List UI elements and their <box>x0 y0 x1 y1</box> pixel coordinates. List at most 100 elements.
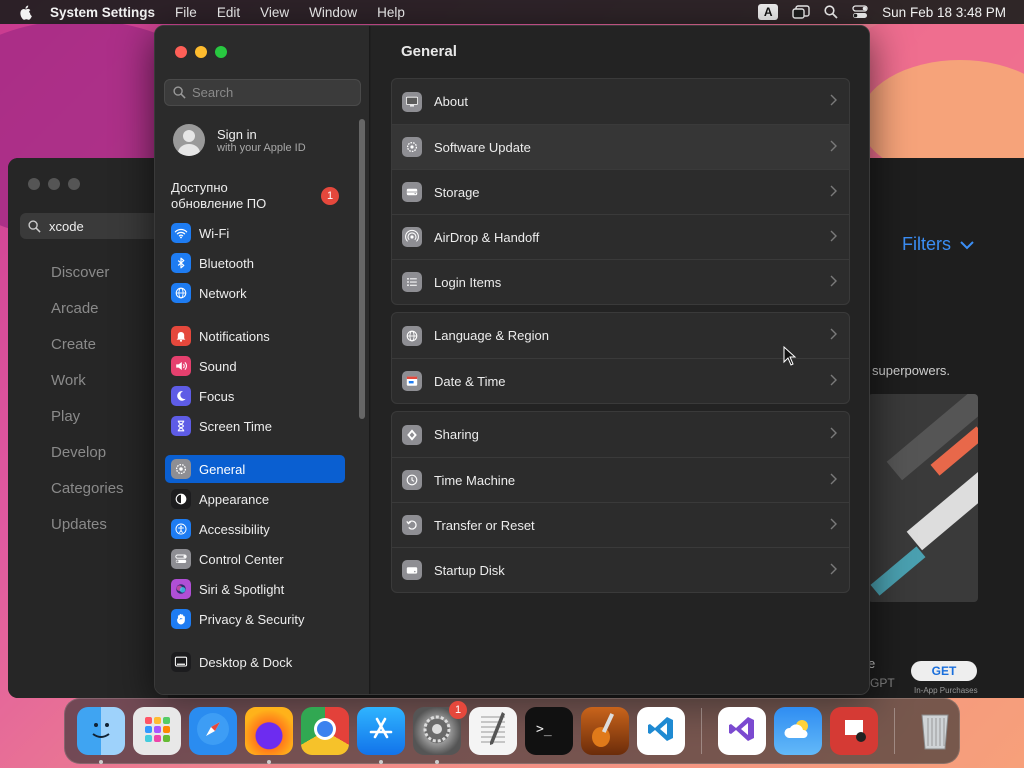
appearance-icon <box>171 489 191 509</box>
row-label: Language & Region <box>434 328 549 343</box>
dock-safari[interactable] <box>189 707 237 755</box>
sidebar-item-bluetooth[interactable]: Bluetooth <box>165 249 345 277</box>
menu-view[interactable]: View <box>260 5 289 20</box>
accessibility-icon <box>171 519 191 539</box>
app-store-nav: Discover Arcade Create Work Play Develop… <box>51 264 124 552</box>
chevron-right-icon <box>830 230 837 245</box>
wifi-icon <box>171 223 191 243</box>
sidebar-item-accessibility[interactable]: Accessibility <box>165 515 345 543</box>
menu-app-name[interactable]: System Settings <box>50 5 155 20</box>
zoom-button[interactable] <box>215 46 227 58</box>
safari-compass-icon <box>193 709 233 754</box>
dock-icon <box>171 652 191 672</box>
update-notice-line2: обновление ПО <box>171 196 267 211</box>
row-startup-disk[interactable]: Startup Disk <box>392 547 849 592</box>
nav-arcade[interactable]: Arcade <box>51 300 124 336</box>
minimize-button[interactable] <box>195 46 207 58</box>
sidebar-item-siri-and-spotlight[interactable]: Siri & Spotlight <box>165 575 345 603</box>
sidebar-item-label: Notifications <box>199 328 270 344</box>
nav-develop[interactable]: Develop <box>51 444 124 480</box>
sidebar-item-appearance[interactable]: Appearance <box>165 485 345 513</box>
nav-create[interactable]: Create <box>51 336 124 372</box>
chevron-right-icon <box>830 328 837 343</box>
dock-garageband[interactable] <box>581 707 629 755</box>
apple-menu-icon[interactable] <box>18 4 34 20</box>
app-store-traffic-lights <box>28 178 80 190</box>
nav-discover[interactable]: Discover <box>51 264 124 300</box>
nav-updates[interactable]: Updates <box>51 516 124 552</box>
running-indicator <box>99 760 103 764</box>
dock-weather[interactable] <box>774 707 822 755</box>
row-airdrop-and-handoff[interactable]: AirDrop & Handoff <box>392 214 849 259</box>
garageband-guitar-icon <box>588 709 622 754</box>
row-about[interactable]: About <box>392 79 849 124</box>
close-button[interactable] <box>175 46 187 58</box>
sidebar-item-label: Sound <box>199 358 237 374</box>
dock-chrome[interactable] <box>301 707 349 755</box>
app-store-search-value: xcode <box>49 218 84 234</box>
sidebar-item-network[interactable]: Network <box>165 279 345 307</box>
moon-icon <box>171 386 191 406</box>
dock-firefox[interactable] <box>245 707 293 764</box>
software-update-notice[interactable]: Доступно обновление ПО <box>171 180 341 212</box>
stage-manager-icon[interactable] <box>792 5 810 19</box>
sidebar-item-control-center[interactable]: Control Center <box>165 545 345 573</box>
menu-clock[interactable]: Sun Feb 18 3:48 PM <box>882 5 1006 20</box>
dock-textedit[interactable] <box>469 707 517 755</box>
running-indicator <box>379 760 383 764</box>
nav-categories[interactable]: Categories <box>51 480 124 516</box>
row-software-update[interactable]: Software Update <box>392 124 849 169</box>
dock-visual-studio[interactable] <box>718 707 766 755</box>
menu-window[interactable]: Window <box>309 5 357 20</box>
sidebar-item-notifications[interactable]: Notifications <box>165 322 345 350</box>
dock-separator <box>894 708 895 754</box>
filters-button[interactable]: Filters <box>902 234 975 255</box>
menu-edit[interactable]: Edit <box>217 5 240 20</box>
window-controls <box>175 46 227 58</box>
get-button[interactable]: GET <box>911 661 977 681</box>
row-transfer-or-reset[interactable]: Transfer or Reset <box>392 502 849 547</box>
spotlight-search-icon[interactable] <box>824 5 838 19</box>
sidebar-item-desktop-and-dock[interactable]: Desktop & Dock <box>165 648 345 676</box>
row-time-machine[interactable]: Time Machine <box>392 457 849 502</box>
row-storage[interactable]: Storage <box>392 169 849 214</box>
sidebar-item-label: Network <box>199 285 247 301</box>
sidebar-scrollbar[interactable] <box>359 119 365 419</box>
dock-trash[interactable] <box>911 707 959 755</box>
control-center-icon <box>171 549 191 569</box>
sidebar-item-sound[interactable]: Sound <box>165 352 345 380</box>
row-sharing[interactable]: Sharing <box>392 412 849 457</box>
chevron-right-icon <box>830 563 837 578</box>
search-input[interactable] <box>192 85 352 100</box>
dock-terminal[interactable]: >_ <box>525 707 573 755</box>
nav-play[interactable]: Play <box>51 408 124 444</box>
sidebar-item-general[interactable]: General <box>165 455 345 483</box>
sidebar-item-screen-time[interactable]: Screen Time <box>165 412 345 440</box>
dock-photo-booth[interactable] <box>830 707 878 755</box>
dock-separator <box>701 708 702 754</box>
siri-icon <box>171 579 191 599</box>
dock-finder[interactable] <box>77 707 125 764</box>
sidebar-item-privacy-and-security[interactable]: Privacy & Security <box>165 605 345 633</box>
menu-help[interactable]: Help <box>377 5 405 20</box>
settings-search-field[interactable] <box>164 79 361 106</box>
dock-system-settings[interactable]: 1 <box>413 701 467 764</box>
dock-vs-code[interactable] <box>637 707 685 755</box>
app-store-search-field[interactable]: xcode <box>20 213 170 239</box>
dock-app-store[interactable] <box>357 707 405 764</box>
nav-work[interactable]: Work <box>51 372 124 408</box>
sidebar-item-focus[interactable]: Focus <box>165 382 345 410</box>
dock-launchpad[interactable] <box>133 707 181 755</box>
menu-file[interactable]: File <box>175 5 197 20</box>
row-language-and-region[interactable]: Language & Region <box>392 313 849 358</box>
sidebar-item-wi-fi[interactable]: Wi-Fi <box>165 219 345 247</box>
row-date-and-time[interactable]: Date & Time <box>392 358 849 403</box>
notification-badge: 1 <box>449 701 467 719</box>
settings-group-2: Language & Region Date & Time <box>391 312 850 404</box>
control-center-menu-icon[interactable] <box>852 5 868 19</box>
row-label: Time Machine <box>434 472 516 488</box>
chevron-right-icon <box>830 427 837 442</box>
row-login-items[interactable]: Login Items <box>392 259 849 304</box>
input-source-icon[interactable]: A <box>758 4 779 20</box>
apple-id-sign-in[interactable]: Sign in with your Apple ID <box>173 124 306 156</box>
